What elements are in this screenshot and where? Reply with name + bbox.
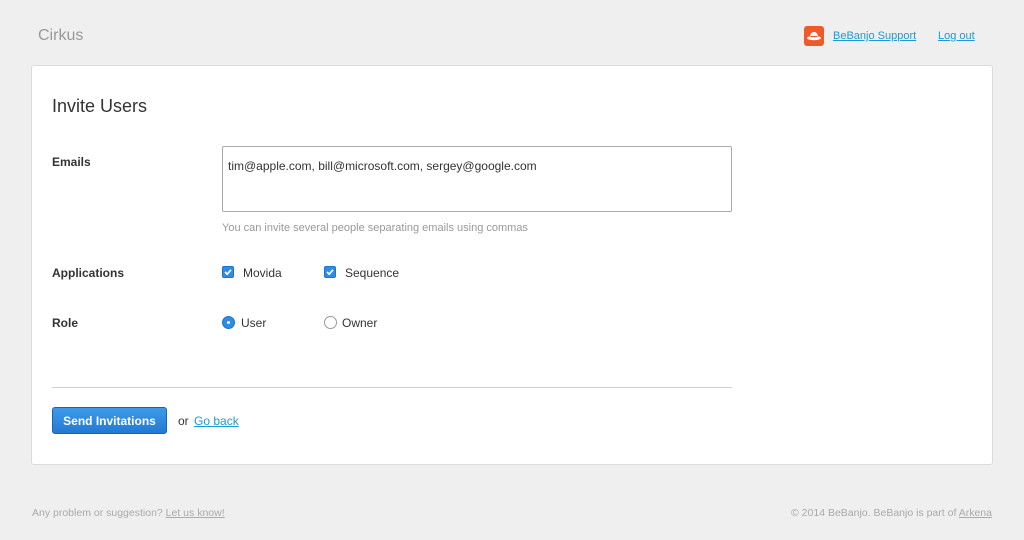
emails-input[interactable]: tim@apple.com, bill@microsoft.com, serge… bbox=[222, 146, 732, 212]
role-owner-label[interactable]: Owner bbox=[342, 316, 377, 330]
app-brand[interactable]: Cirkus bbox=[38, 27, 83, 45]
feedback-link[interactable]: Let us know! bbox=[166, 507, 225, 519]
or-text: or bbox=[178, 414, 189, 428]
bebanjo-hat-icon[interactable] bbox=[804, 26, 824, 46]
role-user-label[interactable]: User bbox=[241, 316, 266, 330]
support-link[interactable]: BeBanjo Support bbox=[833, 30, 916, 42]
role-user-radio[interactable] bbox=[222, 316, 235, 329]
movida-label[interactable]: Movida bbox=[243, 266, 282, 280]
footer-feedback: Any problem or suggestion? Let us know! bbox=[32, 507, 225, 519]
sequence-label[interactable]: Sequence bbox=[345, 266, 399, 280]
footer-feedback-text: Any problem or suggestion? bbox=[32, 507, 163, 519]
go-back-link[interactable]: Go back bbox=[194, 414, 239, 428]
arkena-link[interactable]: Arkena bbox=[959, 507, 992, 519]
logout-link[interactable]: Log out bbox=[938, 30, 975, 42]
emails-label: Emails bbox=[52, 155, 91, 169]
form-divider bbox=[52, 387, 732, 388]
role-label: Role bbox=[52, 316, 79, 330]
check-icon bbox=[224, 269, 232, 276]
send-invitations-button[interactable]: Send Invitations bbox=[52, 407, 167, 434]
top-bar: Cirkus BeBanjo Support Log out bbox=[0, 0, 1024, 66]
check-icon bbox=[326, 269, 334, 276]
emails-hint: You can invite several people separating… bbox=[222, 222, 528, 234]
page-title: Invite Users bbox=[52, 96, 148, 116]
role-owner-radio[interactable] bbox=[324, 316, 337, 329]
invite-users-card: Invite Users Emails tim@apple.com, bill@… bbox=[31, 65, 993, 465]
footer-copyright: © 2014 BeBanjo. BeBanjo is part of Arken… bbox=[791, 507, 992, 519]
copyright-text: © 2014 BeBanjo. BeBanjo is part of bbox=[791, 507, 957, 519]
movida-checkbox[interactable] bbox=[222, 266, 234, 278]
applications-label: Applications bbox=[52, 266, 125, 280]
sequence-checkbox[interactable] bbox=[324, 266, 336, 278]
